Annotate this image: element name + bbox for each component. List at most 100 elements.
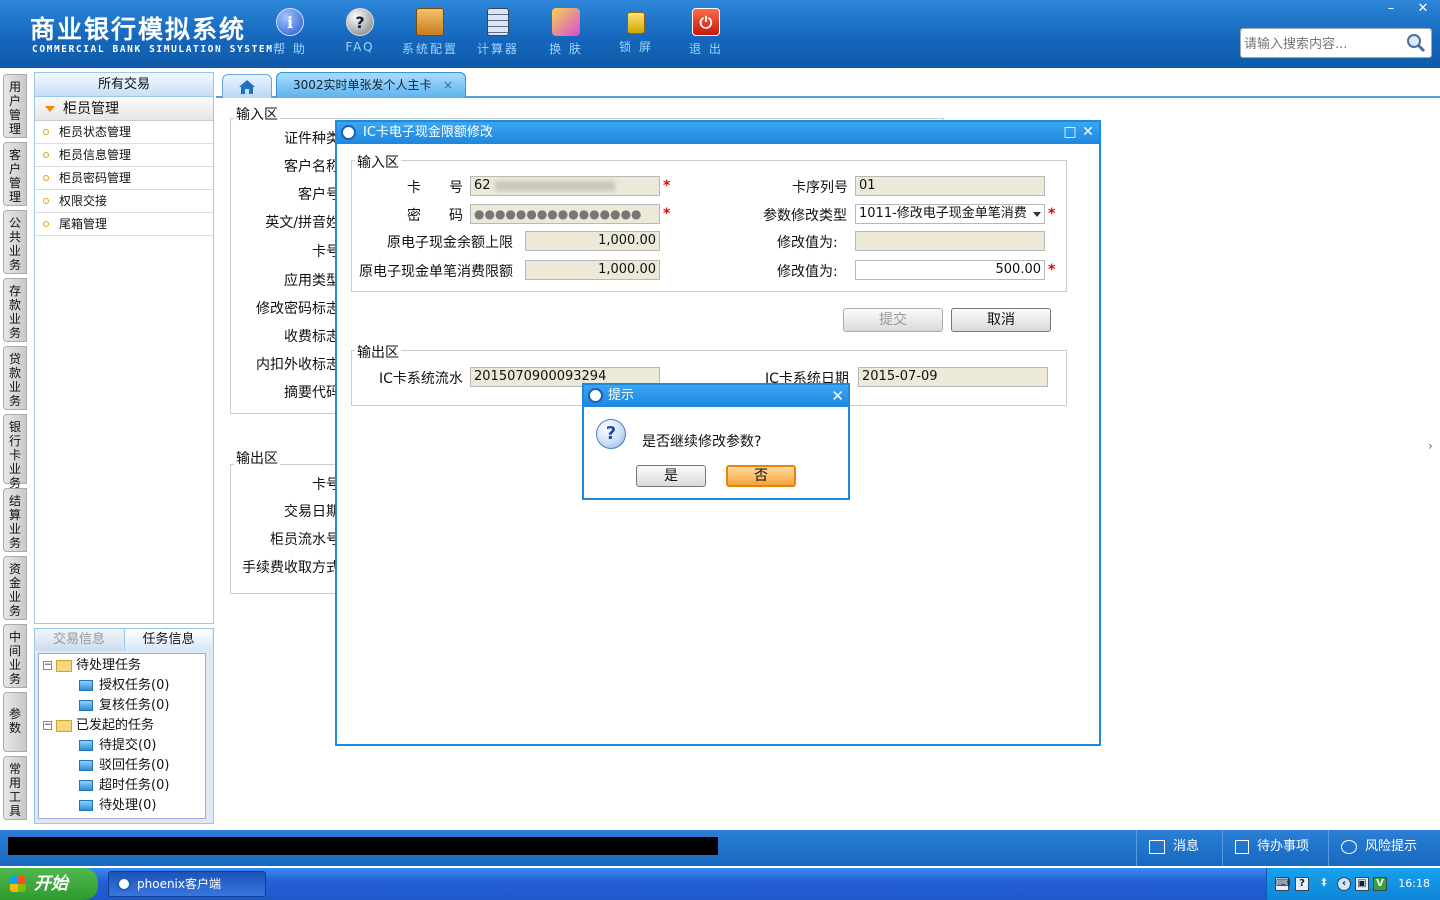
ic-date-field[interactable]: 2015-07-09 bbox=[858, 367, 1048, 387]
vtab-common-tools[interactable]: 常用工具 bbox=[3, 756, 27, 820]
vtab-parameters[interactable]: 参数 bbox=[3, 692, 27, 752]
chevron-left-icon[interactable]: ‹ bbox=[1337, 877, 1351, 891]
main-tab-bar: 3002实时单张发个人主卡 × bbox=[216, 72, 1440, 98]
card-no-field[interactable]: 62 bbox=[470, 176, 660, 196]
vtab-user-management[interactable]: 用户管理 bbox=[3, 74, 27, 138]
chevron-down-icon[interactable] bbox=[1033, 212, 1041, 217]
required-mark: * bbox=[663, 206, 671, 222]
tree-node-initiated-tasks[interactable]: − 已发起的任务 bbox=[43, 716, 154, 736]
shirt-icon bbox=[552, 8, 580, 36]
checkbox-icon bbox=[1235, 839, 1249, 854]
nav-item-teller-info[interactable]: 柜员信息管理 bbox=[35, 144, 213, 167]
todo-button[interactable]: 待办事项 bbox=[1222, 830, 1326, 866]
tab-home[interactable] bbox=[222, 74, 272, 98]
app-logo-icon bbox=[117, 877, 131, 891]
single-limit-field[interactable]: 1,000.00 bbox=[525, 260, 660, 280]
label-card-no: 卡号 bbox=[312, 244, 340, 260]
search-input[interactable] bbox=[1244, 34, 1404, 54]
masked-card-digits bbox=[494, 180, 615, 191]
tree-node-to-process[interactable]: 待处理(0) bbox=[79, 796, 156, 816]
search-icon[interactable] bbox=[1406, 33, 1426, 53]
minimize-button[interactable]: – bbox=[1376, 0, 1406, 18]
nav-item-tail-box[interactable]: 尾箱管理 bbox=[35, 213, 213, 236]
tree-node-pending-tasks[interactable]: − 待处理任务 bbox=[43, 656, 141, 676]
lock-screen-button[interactable]: 锁 屏 bbox=[606, 8, 666, 55]
label-out-card-no: 卡号 bbox=[312, 477, 340, 493]
folder-icon bbox=[79, 740, 93, 751]
ime-icon[interactable]: ‡ bbox=[1317, 877, 1331, 891]
messages-button[interactable]: 消息 bbox=[1136, 830, 1232, 866]
tab-3002-card-issue[interactable]: 3002实时单张发个人主卡 × bbox=[276, 72, 466, 98]
windows-logo-icon bbox=[10, 876, 26, 892]
faq-button[interactable]: ? FAQ bbox=[330, 8, 390, 54]
vtab-loan-business[interactable]: 贷款业务 bbox=[3, 346, 27, 410]
taskbar-app-phoenix[interactable]: phoenix客户端 bbox=[108, 871, 266, 897]
vtab-intermediate-business[interactable]: 中间业务 bbox=[3, 624, 27, 688]
label-app-type: 应用类型 bbox=[284, 273, 340, 289]
input-section-label: 输入区 bbox=[234, 104, 280, 124]
vtab-settlement-business[interactable]: 结算业务 bbox=[3, 488, 27, 552]
system-config-button[interactable]: 系统配置 bbox=[400, 8, 460, 57]
skin-button[interactable]: 换 肤 bbox=[536, 8, 596, 57]
close-confirm-icon[interactable]: ✕ bbox=[831, 385, 844, 407]
tab-task-info[interactable]: 任务信息 bbox=[124, 629, 212, 651]
task-tree: − 待处理任务 授权任务(0) 复核任务(0) − 已发起的任务 待提交(0) 驳回… bbox=[38, 653, 206, 819]
folder-icon bbox=[79, 800, 93, 811]
nav-item-permission-handover[interactable]: 权限交接 bbox=[35, 190, 213, 213]
cancel-button[interactable]: 取消 bbox=[951, 308, 1051, 332]
label-customer-name: 客户名称 bbox=[284, 159, 340, 175]
vtab-public-business[interactable]: 公共业务 bbox=[3, 210, 27, 274]
folder-open-icon bbox=[56, 659, 72, 672]
param-type-select[interactable]: 1011-修改电子现金单笔消费 bbox=[855, 204, 1045, 224]
close-window-button[interactable]: ✕ bbox=[1408, 0, 1438, 18]
app-subtitle: COMMERCIAL BANK SIMULATION SYSTEM bbox=[32, 44, 274, 55]
help-icon: ? bbox=[346, 8, 374, 36]
nav-group-label: 柜员管理 bbox=[63, 101, 119, 117]
card-seq-field[interactable]: 01 bbox=[855, 176, 1045, 196]
no-button[interactable]: 否 bbox=[726, 465, 796, 487]
close-dialog-icon[interactable]: ✕ bbox=[1079, 123, 1097, 141]
tree-node-auth-tasks[interactable]: 授权任务(0) bbox=[79, 676, 169, 696]
vc-icon[interactable]: V bbox=[1373, 877, 1387, 891]
exit-button[interactable]: ⏻ 退 出 bbox=[676, 8, 736, 57]
network-icon[interactable]: ▣ bbox=[1355, 877, 1369, 891]
tab-transaction-info[interactable]: 交易信息 bbox=[35, 629, 123, 651]
vtab-deposit-business[interactable]: 存款业务 bbox=[3, 278, 27, 342]
task-panel: 交易信息 任务信息 − 待处理任务 授权任务(0) 复核任务(0) − 已发起的任务… bbox=[34, 628, 214, 824]
label-english-name: 英文/拼音姓 bbox=[265, 215, 340, 231]
nav-item-teller-status[interactable]: 柜员状态管理 bbox=[35, 121, 213, 144]
vtab-fund-business[interactable]: 资金业务 bbox=[3, 556, 27, 620]
password-label: 密 码 bbox=[407, 208, 463, 224]
right-collapse-handle[interactable]: › bbox=[1428, 428, 1438, 464]
nav-group-teller-management[interactable]: 柜员管理 bbox=[35, 97, 213, 121]
modify-value-field-1[interactable] bbox=[855, 231, 1045, 251]
modify-value-field-2[interactable]: 500.00 bbox=[855, 260, 1045, 280]
vtab-customer-management[interactable]: 客户管理 bbox=[3, 142, 27, 206]
tree-node-rejected[interactable]: 驳回任务(0) bbox=[79, 756, 169, 776]
collapse-icon[interactable]: − bbox=[43, 661, 52, 670]
submit-button[interactable]: 提交 bbox=[843, 308, 943, 332]
yes-button[interactable]: 是 bbox=[636, 465, 706, 487]
vertical-module-tabs: 用户管理 客户管理 公共业务 存款业务 贷款业务 银行卡业务 结算业务 资金业务… bbox=[0, 68, 32, 830]
collapse-icon[interactable]: − bbox=[43, 721, 52, 730]
calculator-button[interactable]: 计算器 bbox=[468, 8, 528, 57]
start-button[interactable]: 开始 bbox=[0, 868, 98, 900]
risk-alert-button[interactable]: 风险提示 bbox=[1328, 830, 1440, 866]
bullet-icon bbox=[43, 152, 49, 158]
keyboard-icon[interactable]: ⌨ bbox=[1275, 877, 1290, 891]
tree-node-to-submit[interactable]: 待提交(0) bbox=[79, 736, 156, 756]
single-limit-label: 原电子现金单笔消费限额 bbox=[359, 264, 513, 280]
card-seq-label: 卡序列号 bbox=[792, 180, 848, 196]
help-tray-icon[interactable]: ? bbox=[1295, 877, 1309, 891]
maximize-icon[interactable]: □ bbox=[1061, 123, 1079, 141]
vtab-bank-card-business[interactable]: 银行卡业务 bbox=[3, 414, 27, 490]
password-field[interactable]: ●●●●●●●●●●●●●●●● bbox=[470, 204, 660, 224]
nav-item-teller-password[interactable]: 柜员密码管理 bbox=[35, 167, 213, 190]
close-tab-icon[interactable]: × bbox=[443, 73, 453, 97]
help-button[interactable]: i 帮 助 bbox=[260, 8, 320, 57]
balance-limit-field[interactable]: 1,000.00 bbox=[525, 231, 660, 251]
tree-node-timeout[interactable]: 超时任务(0) bbox=[79, 776, 169, 796]
tree-node-review-tasks[interactable]: 复核任务(0) bbox=[79, 696, 169, 716]
label-pwd-flag: 修改密码标志 bbox=[256, 301, 340, 317]
bullet-icon bbox=[43, 175, 49, 181]
